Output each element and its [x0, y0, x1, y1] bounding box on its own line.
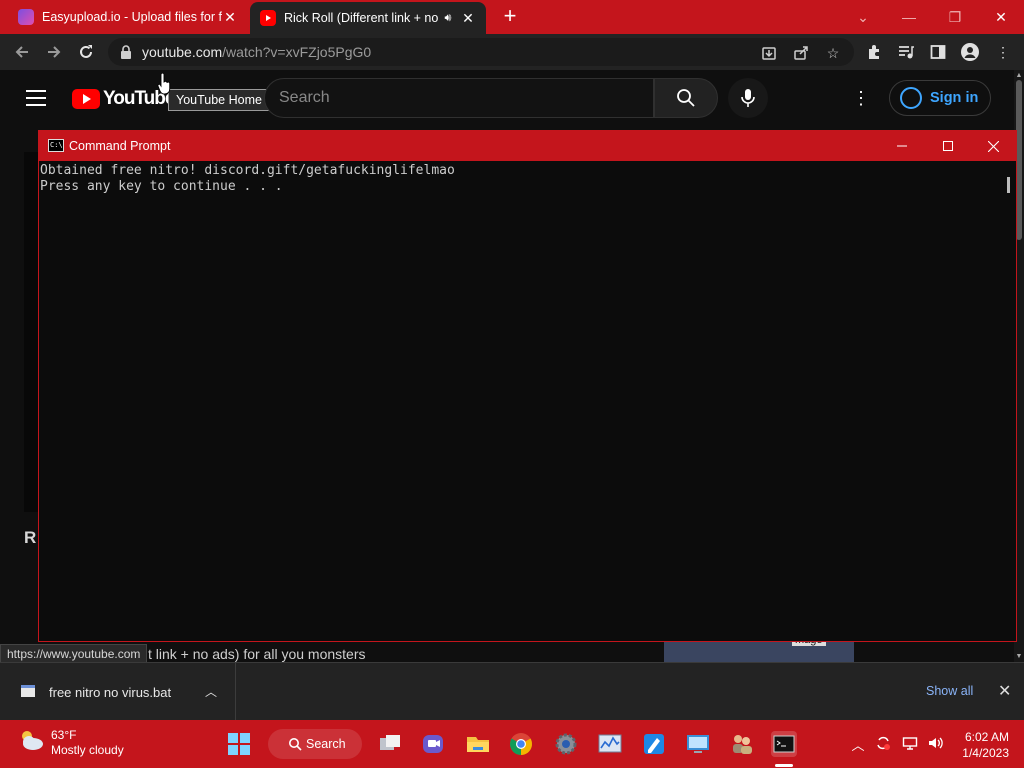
- windows-taskbar: 63°F Mostly cloudy Search ︿ 6:02 AM 1/4/…: [0, 720, 1024, 768]
- cloudy-weather-icon: [18, 728, 44, 752]
- close-download-shelf-icon[interactable]: ✕: [998, 681, 1011, 701]
- search-icon: [677, 89, 695, 107]
- weather-description: Mostly cloudy: [51, 743, 124, 757]
- new-tab-button[interactable]: +: [498, 5, 522, 29]
- show-all-button[interactable]: Show all: [926, 684, 973, 698]
- bookmark-star-icon[interactable]: ☆: [824, 44, 842, 62]
- cmd-maximize-button[interactable]: [925, 131, 971, 161]
- easyupload-favicon-icon: [18, 9, 34, 25]
- minimize-button[interactable]: —: [886, 0, 932, 34]
- active-app-indicator: [775, 764, 793, 767]
- scroll-down-arrow-icon[interactable]: ▼: [1014, 653, 1024, 660]
- share-icon[interactable]: [792, 44, 810, 62]
- close-window-button[interactable]: ✕: [978, 0, 1024, 34]
- address-bar[interactable]: youtube.com/watch?v=xvFZjo5PgG0 ☆: [108, 38, 854, 66]
- reload-button[interactable]: [74, 40, 98, 64]
- windows-start-icon[interactable]: [228, 733, 250, 755]
- tab-rick-roll[interactable]: Rick Roll (Different link + no 🔊︎ ✕: [250, 2, 486, 34]
- clock-time: 6:02 AM: [964, 730, 1009, 744]
- tab-search-icon[interactable]: ⌄: [840, 0, 886, 34]
- account-icon: [900, 87, 922, 109]
- media-control-icon[interactable]: [896, 42, 916, 62]
- network-icon[interactable]: [901, 735, 919, 753]
- youtube-search-input[interactable]: Search: [264, 78, 654, 118]
- clock-date: 1/4/2023: [962, 746, 1009, 760]
- side-panel-icon[interactable]: [928, 42, 948, 62]
- cmd-app-icon: C:\: [48, 139, 64, 152]
- cmd-titlebar[interactable]: C:\ Command Prompt: [39, 131, 1016, 161]
- taskbar-search-label: Search: [306, 737, 346, 751]
- tab-close-icon[interactable]: ✕: [222, 9, 238, 26]
- chrome-icon[interactable]: [508, 731, 534, 757]
- voice-search-button[interactable]: [728, 78, 768, 118]
- tab-close-icon[interactable]: ✕: [460, 10, 476, 27]
- remote-desktop-icon[interactable]: [685, 731, 711, 757]
- browser-toolbar: youtube.com/watch?v=xvFZjo5PgG0 ☆ ⋮: [0, 34, 1024, 70]
- sign-in-label: Sign in: [930, 90, 979, 106]
- user-accounts-icon[interactable]: [729, 731, 755, 757]
- command-prompt-window[interactable]: C:\ Command Prompt Obtained free nitro! …: [38, 130, 1017, 642]
- file-explorer-icon[interactable]: [465, 731, 491, 757]
- section-heading-fragment: R: [24, 528, 37, 547]
- browser-tabstrip: Easyupload.io - Upload files for f ✕ Ric…: [0, 0, 1024, 34]
- hand-cursor-icon: [157, 73, 171, 95]
- weather-widget[interactable]: 63°F Mostly cloudy: [18, 728, 124, 758]
- youtube-play-icon: [72, 89, 100, 109]
- settings-more-icon[interactable]: ⋮: [852, 88, 870, 108]
- lock-icon[interactable]: [120, 45, 132, 59]
- forward-button[interactable]: [42, 40, 66, 64]
- youtube-home-tooltip: YouTube Home: [168, 89, 270, 111]
- resource-monitor-icon[interactable]: [597, 731, 623, 757]
- cmd-minimize-button[interactable]: [879, 131, 925, 161]
- hamburger-menu-icon[interactable]: [26, 90, 46, 106]
- youtube-favicon-icon: [260, 10, 276, 26]
- scroll-up-arrow-icon[interactable]: ▲: [1014, 72, 1024, 79]
- video-title[interactable]: t link + no ads) for all you monsters: [148, 646, 366, 662]
- search-placeholder: Search: [279, 89, 330, 106]
- restore-button[interactable]: ❐: [932, 0, 978, 34]
- cmd-scrollbar[interactable]: [1000, 161, 1016, 641]
- batch-file-icon: [21, 685, 35, 697]
- video-player-edge: [24, 152, 38, 512]
- download-file-name: free nitro no virus.bat: [49, 685, 172, 700]
- chevron-up-icon[interactable]: ︿: [849, 735, 867, 753]
- download-item[interactable]: free nitro no virus.bat ︿: [0, 663, 236, 721]
- sketch-app-icon[interactable]: [641, 731, 667, 757]
- cmd-console-output[interactable]: Obtained free nitro! discord.gift/getafu…: [39, 161, 999, 641]
- task-view-icon[interactable]: [377, 731, 403, 757]
- system-clock[interactable]: 6:02 AM 1/4/2023: [955, 729, 1009, 761]
- command-prompt-taskbar-icon[interactable]: [771, 731, 797, 757]
- sync-icon[interactable]: [874, 735, 892, 753]
- install-icon[interactable]: [760, 44, 778, 62]
- tab-easyupload[interactable]: Easyupload.io - Upload files for f ✕: [8, 0, 248, 34]
- volume-icon[interactable]: [926, 735, 944, 753]
- back-button[interactable]: [10, 40, 34, 64]
- chevron-up-icon[interactable]: ︿: [205, 683, 217, 700]
- cmd-title: Command Prompt: [69, 139, 171, 153]
- teams-chat-icon[interactable]: [420, 731, 446, 757]
- profile-avatar-icon[interactable]: [960, 42, 980, 62]
- youtube-search-button[interactable]: [654, 78, 718, 118]
- settings-gear-icon[interactable]: [553, 731, 579, 757]
- cmd-scrollbar-thumb[interactable]: [1007, 177, 1010, 193]
- taskbar-search-button[interactable]: Search: [268, 729, 362, 759]
- chrome-menu-icon[interactable]: ⋮: [993, 42, 1013, 62]
- tab-title: Rick Roll (Different link + no: [284, 11, 439, 25]
- extensions-icon[interactable]: [864, 42, 884, 62]
- cmd-close-button[interactable]: [970, 131, 1016, 161]
- microphone-icon: [741, 89, 755, 107]
- weather-temperature: 63°F: [51, 728, 77, 742]
- tab-title: Easyupload.io - Upload files for f: [42, 10, 222, 24]
- download-shelf: free nitro no virus.bat ︿ Show all ✕: [0, 662, 1024, 721]
- audio-playing-icon[interactable]: 🔊︎: [440, 12, 456, 25]
- sign-in-button[interactable]: Sign in: [889, 80, 991, 116]
- link-status-bubble: https://www.youtube.com: [0, 644, 148, 664]
- search-icon: [289, 738, 302, 751]
- url-text[interactable]: youtube.com/watch?v=xvFZjo5PgG0: [142, 44, 371, 60]
